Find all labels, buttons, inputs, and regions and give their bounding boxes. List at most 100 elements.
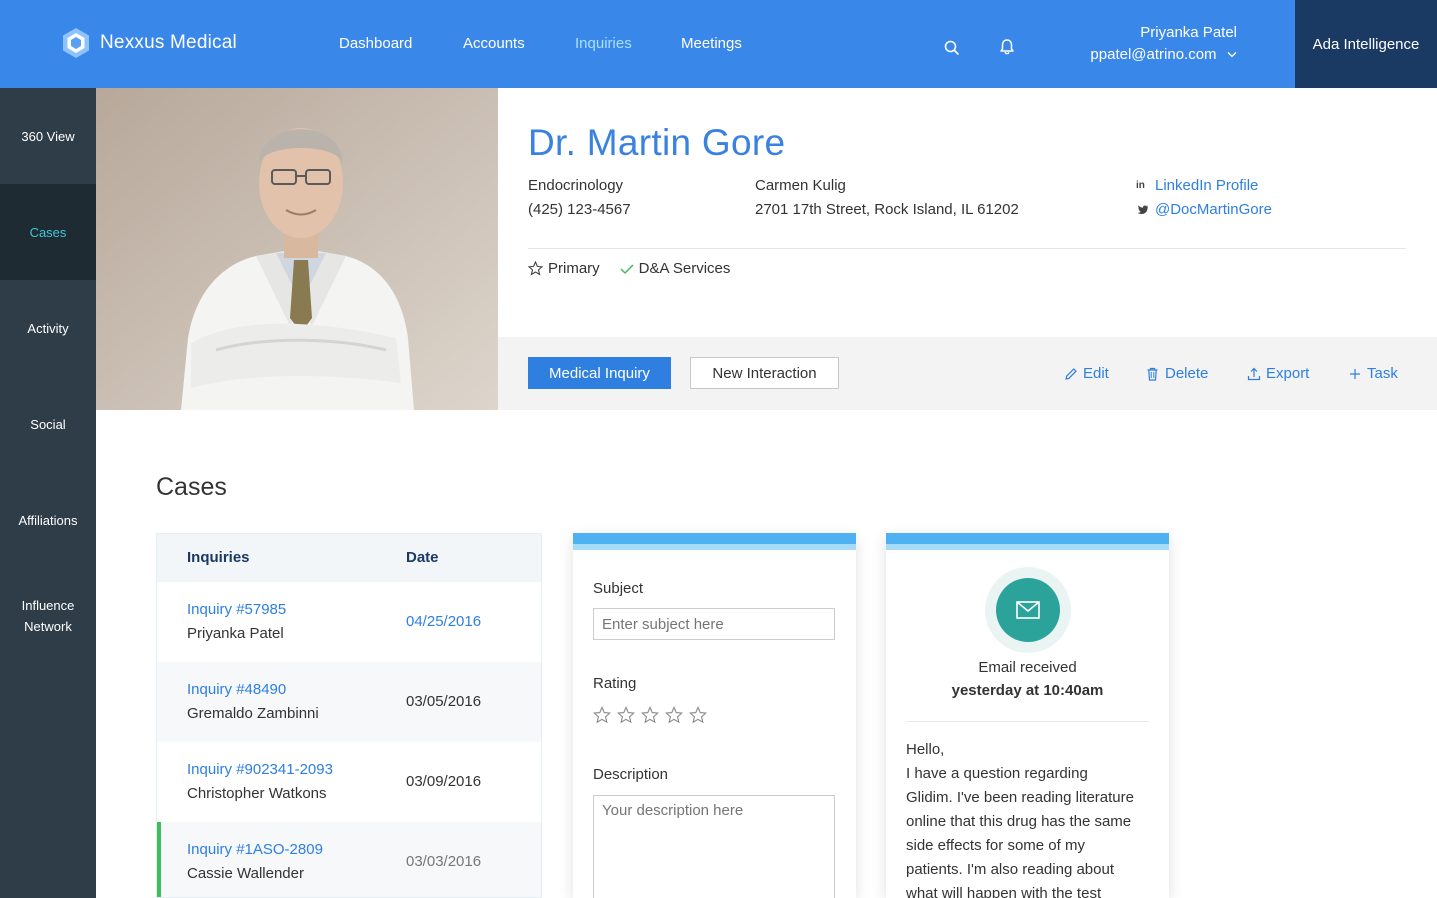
linkedin-link[interactable]: LinkedIn Profile <box>1155 174 1258 198</box>
email-line: what will happen with the test <box>906 885 1102 898</box>
tag-da-services[interactable]: D&A Services <box>620 260 731 277</box>
inquiry-link[interactable]: Inquiry #48490 <box>187 681 286 698</box>
twitter-link[interactable]: @DocMartinGore <box>1155 198 1272 222</box>
star-outline-icon <box>528 261 543 276</box>
email-status: Email received <box>978 659 1077 676</box>
table-row[interactable]: Inquiry #57985 Priyanka Patel 04/25/2016 <box>157 582 541 662</box>
nav-dashboard[interactable]: Dashboard <box>339 35 412 52</box>
medical-inquiry-button[interactable]: Medical Inquiry <box>528 357 671 389</box>
nav-inquiries[interactable]: Inquiries <box>575 35 632 52</box>
hexagon-logo-icon <box>63 28 89 58</box>
top-navbar: Nexxus Medical Dashboard Accounts Inquir… <box>0 0 1437 88</box>
inquiry-link[interactable]: Inquiry #902341-2093 <box>187 761 333 778</box>
inquiry-link[interactable]: Inquiry #1ASO-2809 <box>187 841 323 858</box>
inquiry-person: Christopher Watkons <box>187 785 327 802</box>
card-accent-stripe-light <box>886 544 1169 550</box>
trash-icon <box>1147 367 1158 381</box>
brand-name: Nexxus Medical <box>100 32 237 53</box>
sidebar-item-social[interactable]: Social <box>0 376 96 472</box>
doctor-portrait-image <box>96 88 498 410</box>
export-action[interactable]: Export <box>1247 365 1309 382</box>
profile-contact-block: Carmen Kulig 2701 17th Street, Rock Isla… <box>755 174 1019 222</box>
linkedin-icon: in <box>1136 180 1145 191</box>
ada-intelligence-button[interactable]: Ada Intelligence <box>1295 0 1437 88</box>
sidebar-item-360-view[interactable]: 360 View <box>0 88 96 184</box>
delete-action[interactable]: Delete <box>1146 365 1208 382</box>
email-body: Hello, I have a question regarding Glidi… <box>906 738 1156 898</box>
profile-action-bar: Medical Inquiry New Interaction Edit Del… <box>498 337 1437 410</box>
inquiry-person: Priyanka Patel <box>187 625 284 642</box>
column-header-inquiries[interactable]: Inquiries <box>187 549 250 566</box>
nav-accounts[interactable]: Accounts <box>463 35 525 52</box>
sidebar-item-affiliations[interactable]: Affiliations <box>0 472 96 568</box>
mail-icon-badge <box>996 578 1060 642</box>
star-icon[interactable] <box>592 706 612 729</box>
doctor-photo <box>96 88 498 410</box>
inquiry-person: Gremaldo Zambinni <box>187 705 319 722</box>
profile-header: Dr. Martin Gore Endocrinology (425) 123-… <box>498 88 1437 337</box>
sidebar-item-influence-network[interactable]: Influence Network <box>0 568 96 664</box>
envelope-icon <box>1016 601 1040 619</box>
rating-label: Rating <box>593 675 637 692</box>
contact-name: Carmen Kulig <box>755 177 846 194</box>
edit-action[interactable]: Edit <box>1064 365 1109 382</box>
delete-label: Delete <box>1165 365 1209 382</box>
nav-meetings[interactable]: Meetings <box>681 35 742 52</box>
email-divider <box>906 721 1149 722</box>
subject-input[interactable] <box>593 608 835 640</box>
star-icon[interactable] <box>664 706 684 729</box>
bell-icon[interactable] <box>998 38 1016 56</box>
inquiries-table: Inquiries Date Inquiry #57985 Priyanka P… <box>156 533 542 898</box>
brand-logo[interactable]: Nexxus Medical <box>62 27 237 59</box>
star-icon[interactable] <box>640 706 660 729</box>
chevron-down-icon[interactable] <box>1227 51 1237 58</box>
column-header-date[interactable]: Date <box>406 549 439 566</box>
add-task-action[interactable]: Task <box>1349 365 1398 382</box>
email-line: I have a question regarding <box>906 765 1088 782</box>
tag-primary[interactable]: Primary <box>528 260 600 277</box>
table-header: Inquiries Date <box>157 534 541 582</box>
star-icon[interactable] <box>688 706 708 729</box>
rating-stars[interactable] <box>592 706 713 729</box>
table-row[interactable]: Inquiry #48490 Gremaldo Zambinni 03/05/2… <box>157 662 541 742</box>
inquiry-date: 03/09/2016 <box>406 773 482 790</box>
search-icon[interactable] <box>943 39 961 57</box>
address: 2701 17th Street, Rock Island, IL 61202 <box>755 201 1019 218</box>
checkmark-icon <box>620 263 634 274</box>
sidebar-item-activity[interactable]: Activity <box>0 280 96 376</box>
doctor-name: Dr. Martin Gore <box>528 122 786 163</box>
plus-icon <box>1350 368 1360 379</box>
inquiry-form-card: Subject Rating Description <box>573 533 856 898</box>
inquiry-date: 03/03/2016 <box>406 853 482 870</box>
specialty: Endocrinology <box>528 177 624 194</box>
email-line: Hello, <box>906 741 945 758</box>
profile-social-block: in LinkedIn Profile @DocMartinGore <box>1136 174 1272 222</box>
task-label: Task <box>1367 365 1398 382</box>
email-line: Glidim. I've been reading literature <box>906 789 1134 806</box>
profile-tags: Primary D&A Services <box>528 260 750 277</box>
email-line: side effects for some of my <box>906 837 1085 854</box>
table-row[interactable]: Inquiry #902341-2093 Christopher Watkons… <box>157 742 541 822</box>
phone: (425) 123-4567 <box>528 201 631 218</box>
inquiry-link[interactable]: Inquiry #57985 <box>187 601 286 618</box>
export-icon <box>1247 367 1261 380</box>
new-interaction-button[interactable]: New Interaction <box>690 357 839 389</box>
tag-da-services-label: D&A Services <box>638 260 731 277</box>
card-accent-stripe-light <box>573 544 856 550</box>
description-textarea[interactable] <box>593 795 835 898</box>
pencil-icon <box>1065 367 1077 380</box>
sidebar-item-cases[interactable]: Cases <box>0 184 96 280</box>
email-line: patients. I'm also reading about <box>906 861 1114 878</box>
export-label: Export <box>1266 365 1310 382</box>
sidebar: 360 View Cases Activity Social Affiliati… <box>0 88 96 898</box>
user-email: ppatel@atrino.com <box>1090 46 1217 63</box>
table-row-selected[interactable]: Inquiry #1ASO-2809 Cassie Wallender 03/0… <box>157 822 541 897</box>
cases-section-title: Cases <box>156 473 227 501</box>
user-menu[interactable]: Priyanka Patel ppatel@atrino.com <box>1090 24 1237 64</box>
profile-divider <box>528 248 1406 249</box>
inquiry-date: 03/05/2016 <box>406 693 482 710</box>
description-label: Description <box>593 766 669 783</box>
star-icon[interactable] <box>616 706 636 729</box>
subject-label: Subject <box>593 580 644 597</box>
inquiry-person: Cassie Wallender <box>187 865 304 882</box>
